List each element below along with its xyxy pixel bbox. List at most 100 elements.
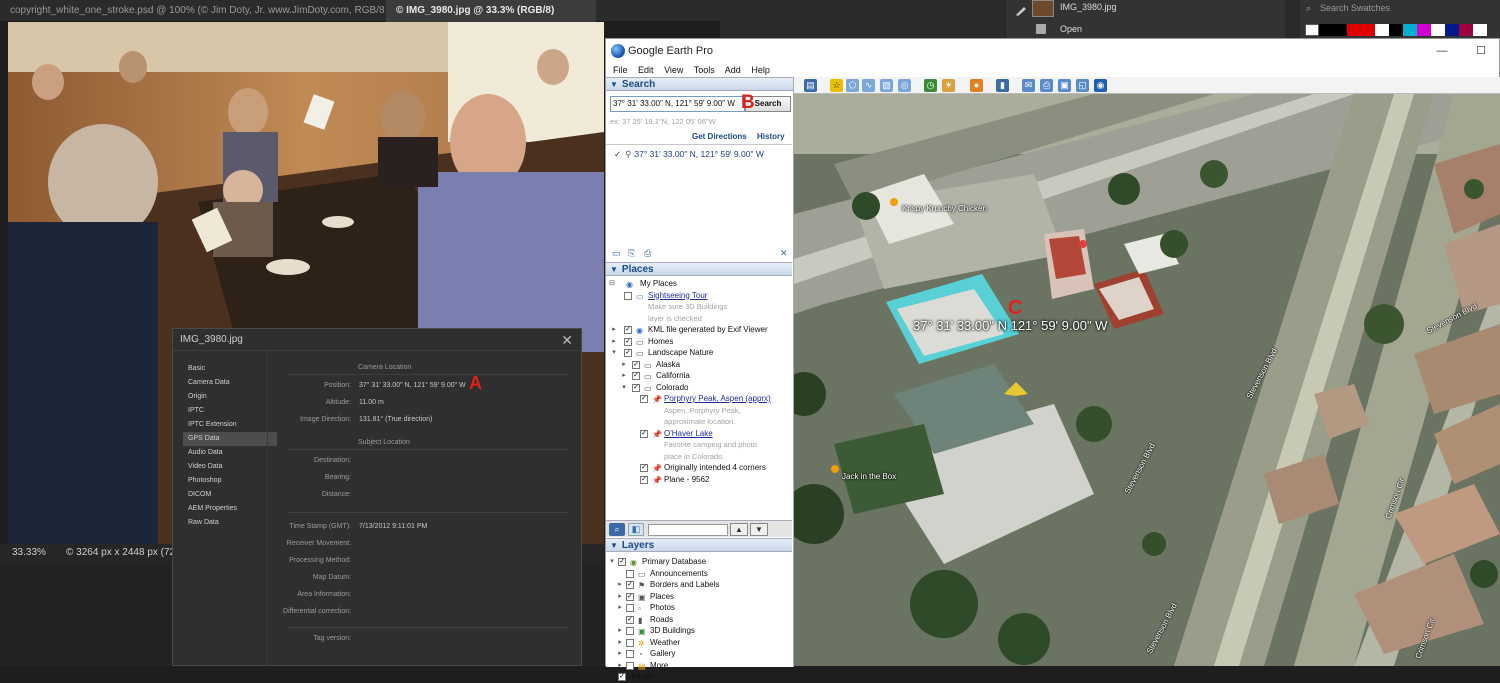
search-input[interactable]: 37° 31' 33.00" N, 121° 59' 9.00" W: [610, 96, 745, 112]
open-label[interactable]: Open: [1060, 24, 1082, 34]
places-tree: ⊟ ◉ My Places ▭ Sightseeing Tour Make sure …: [606, 278, 792, 485]
view-in-maps-icon[interactable]: ◱: [1076, 79, 1089, 92]
collapse-triangle-icon[interactable]: ▼: [610, 541, 618, 550]
tree-item-ohaver-lake[interactable]: ✓ 📌 O'Haver Lake: [606, 428, 792, 440]
email-icon[interactable]: ✉: [1022, 79, 1035, 92]
layer-terrain[interactable]: ✓ Terrain: [606, 671, 792, 683]
tree-item-california[interactable]: ▸ ✓ ▭ California: [606, 370, 792, 382]
layer-gallery[interactable]: ▸ ◔ Gallery: [606, 648, 792, 660]
add-overlay-icon[interactable]: ▧: [880, 79, 893, 92]
sidebar-item-gps-data[interactable]: GPS Data: [183, 432, 277, 446]
tree-item-alaska[interactable]: ▸ ✓ ▭ Alaska: [606, 359, 792, 371]
tree-item-colorado[interactable]: ▾ ✓ ▭ Colorado: [606, 382, 792, 394]
pin-icon: ⚲: [625, 149, 632, 159]
add-path-icon[interactable]: ∿: [862, 79, 875, 92]
layer-roads[interactable]: ✓ ▮ Roads: [606, 614, 792, 626]
historical-imagery-icon[interactable]: ◷: [924, 79, 937, 92]
map-label-krispy-krunchy[interactable]: Krispy Krunchy Chicken: [902, 204, 987, 213]
close-icon[interactable]: ✕: [780, 248, 788, 259]
search-icon[interactable]: ⌕: [609, 523, 625, 536]
layers-tree: ▾ ✓ ◉ Primary Database ▭ Announcements ▸ ✓ ⚑ Bo…: [606, 556, 792, 683]
ge-toolbar: ▤ ☆ ⬠ ∿ ▧ ◎ ◷ ☀ ● ▮ ✉ ⎙ ▣ ◱ ◉: [794, 77, 1500, 94]
tab-psd-document[interactable]: copyright_white_one_stroke.psd @ 100% (©…: [0, 0, 385, 22]
places-panel-header[interactable]: ▼ Places: [606, 262, 792, 276]
history-link[interactable]: History: [757, 132, 785, 141]
move-down-button[interactable]: ▼: [750, 523, 768, 536]
record-tour-icon[interactable]: ◎: [898, 79, 911, 92]
tree-item-sightseeing-tour[interactable]: ▭ Sightseeing Tour: [606, 290, 792, 302]
image-direction-value[interactable]: 131.81° (True direction): [359, 416, 432, 423]
dialog-title-bar: IMG_3980.jpg ✕: [173, 329, 581, 351]
layer-name[interactable]: IMG_3980.jpg: [1060, 2, 1117, 12]
move-up-button[interactable]: ▲: [730, 523, 748, 536]
map-label-jack-in-the-box[interactable]: Jack in the Box: [842, 472, 896, 481]
layer-3d-buildings[interactable]: ▸ ▣ 3D Buildings: [606, 625, 792, 637]
destination-label: Destination:: [314, 457, 351, 464]
layer-photos[interactable]: ▸ ▫ Photos: [606, 602, 792, 614]
maximize-button[interactable]: ☐: [1463, 39, 1499, 63]
position-value[interactable]: 37° 31' 33.00" N, 121° 59' 9.00" W: [359, 382, 466, 389]
ruler-icon[interactable]: ▮: [996, 79, 1009, 92]
distance-label: Distance:: [321, 491, 351, 498]
tree-item-kml-file[interactable]: ▸ ✓ ◉ KML file generated by Exif Viewer: [606, 324, 792, 336]
tree-item-porphyry-peak[interactable]: ✓ 📌 Porphyry Peak, Aspen (apprx): [606, 393, 792, 405]
tag-version-label: Tag version:: [313, 635, 351, 642]
copy-icon[interactable]: ⎘: [628, 248, 635, 259]
tree-item-plane[interactable]: ✓ 📌 Plane - 9562: [606, 474, 792, 486]
map-view[interactable]: Krispy Krunchy Chicken Jack in the Box S…: [794, 94, 1500, 666]
sunlight-icon[interactable]: ☀: [942, 79, 955, 92]
add-polygon-icon[interactable]: ⬠: [846, 79, 859, 92]
print-icon[interactable]: ⎙: [1040, 79, 1053, 92]
planets-icon[interactable]: ●: [970, 79, 983, 92]
layers-panel-header[interactable]: ▼ Layers: [606, 538, 792, 552]
sidebar-toggle-icon[interactable]: ◧: [628, 523, 644, 536]
minimize-button[interactable]: —: [1424, 39, 1460, 63]
timestamp-value[interactable]: 7/13/2012 9:11:01 PM: [359, 523, 427, 530]
altitude-value[interactable]: 11.00 m: [359, 399, 384, 406]
timestamp-label: Time Stamp (GMT):: [289, 523, 351, 530]
search-result-item[interactable]: ✓ ⚲ 37° 31' 33.00" N, 121° 59' 9.00" W: [614, 149, 764, 160]
menu-add[interactable]: Add: [725, 65, 741, 75]
tab-img-3980[interactable]: © IMG_3980.jpg @ 33.3% (RGB/8): [386, 0, 596, 22]
layer-thumbnail[interactable]: [1032, 0, 1054, 17]
layer-weather[interactable]: ▸ ✲ Weather: [606, 637, 792, 649]
tree-item-landscape-nature[interactable]: ▾ ✓ ▭ Landscape Nature: [606, 347, 792, 359]
menu-edit[interactable]: Edit: [638, 65, 654, 75]
layer-places[interactable]: ▸ ✓ ▣ Places: [606, 591, 792, 603]
tree-item-homes[interactable]: ▸ ✓ ▭ Homes: [606, 336, 792, 348]
sidebar-item-basic[interactable]: Basic: [183, 362, 277, 376]
add-placemark-icon[interactable]: ☆: [830, 79, 843, 92]
search-toolbar: ▭ ⎘ ⎙ ✕: [610, 247, 792, 261]
search-panel-header[interactable]: ▼ Search: [606, 77, 793, 91]
menu-help[interactable]: Help: [751, 65, 770, 75]
get-directions-link[interactable]: Get Directions: [692, 132, 747, 141]
sidebar-toggle-icon[interactable]: ▤: [804, 79, 817, 92]
layer-announcements[interactable]: ▭ Announcements: [606, 568, 792, 580]
menu-tools[interactable]: Tools: [694, 65, 715, 75]
search-icon: ⌕: [1306, 3, 1312, 13]
zoom-level[interactable]: 33.33%: [12, 547, 46, 558]
save-image-icon[interactable]: ▣: [1058, 79, 1071, 92]
print-icon[interactable]: ⎙: [644, 248, 651, 259]
placemark-coordinate-label[interactable]: 37° 31' 33.00" N 121° 59' 9.00" W: [913, 318, 1107, 333]
layer-more[interactable]: ▸ ▤ More: [606, 660, 792, 672]
altitude-label: Altitude:: [325, 399, 351, 406]
menu-view[interactable]: View: [664, 65, 683, 75]
swatches-search-input[interactable]: Search Swatches: [1320, 3, 1390, 13]
close-icon[interactable]: ✕: [561, 329, 573, 351]
collapse-triangle-icon[interactable]: ▼: [610, 80, 618, 89]
tree-item-my-places[interactable]: ⊟ ◉ My Places: [606, 278, 792, 290]
menu-file[interactable]: File: [613, 65, 628, 75]
new-folder-icon[interactable]: ▭: [612, 248, 621, 259]
collapse-triangle-icon[interactable]: ▼: [610, 265, 618, 274]
places-search-input[interactable]: [648, 524, 728, 536]
sidebar-item-aem-properties[interactable]: AEM Properties: [183, 502, 277, 516]
earth-icon[interactable]: ◉: [1094, 79, 1107, 92]
layer-borders-labels[interactable]: ▸ ✓ ⚑ Borders and Labels: [606, 579, 792, 591]
layer-primary-database[interactable]: ▾ ✓ ◉ Primary Database: [606, 556, 792, 568]
tree-item-four-corners[interactable]: ✓ 📌 Originally intended 4 corners: [606, 462, 792, 474]
ge-title-bar: Google Earth Pro — ☐: [606, 39, 1499, 63]
swatch-row[interactable]: [1305, 24, 1500, 36]
brush-icon[interactable]: [1014, 3, 1028, 16]
image-direction-label: Image Direction:: [300, 416, 351, 423]
